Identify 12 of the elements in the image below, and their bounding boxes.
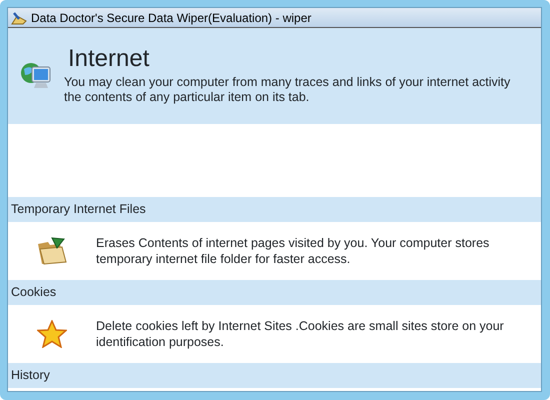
section-title: History bbox=[11, 367, 50, 384]
section-title: Cookies bbox=[11, 284, 56, 302]
section-description: Delete cookies left by Internet Sites .Cookies are small sites store on your identification purposes. bbox=[96, 318, 505, 350]
globe-monitor-icon bbox=[20, 61, 52, 91]
star-icon bbox=[37, 320, 67, 348]
app-icon bbox=[11, 10, 27, 24]
header-title: Internet bbox=[68, 45, 150, 73]
folder-icon bbox=[36, 236, 68, 266]
section-title: Temporary Internet Files bbox=[11, 201, 146, 218]
header-description: You may clean your computer from many traces and links of your internet activity the contents of any particular item on its tab. bbox=[64, 75, 512, 105]
section-description: Erases Contents of internet pages visited by you. Your computer stores temporary internet file folder for faster access. bbox=[96, 235, 490, 267]
window-title: Data Doctor's Secure Data Wiper(Evaluation) - wiper bbox=[31, 10, 312, 26]
